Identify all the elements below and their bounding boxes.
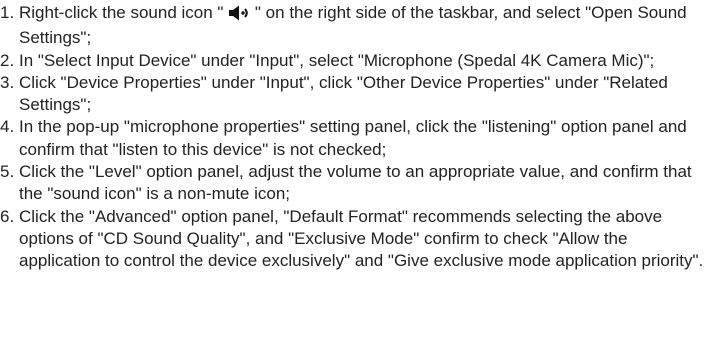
step-number: 2. xyxy=(0,50,15,70)
step-text: In the pop-up "microphone properties" se… xyxy=(19,117,687,159)
step-text: Click "Device Properties" under "Input",… xyxy=(19,72,668,115)
step-text: In "Select Input Device" under "Input", … xyxy=(19,50,655,70)
speaker-sound-icon xyxy=(228,5,250,27)
step-text-part: Right-click the sound icon " xyxy=(19,3,229,22)
step-number: 3. xyxy=(0,72,15,92)
step-number: 4. xyxy=(0,117,15,137)
step-number: 1. xyxy=(0,3,15,22)
step-item-1: 1. Right-click the sound icon " " on the… xyxy=(0,2,706,50)
step-text: Click the "Advanced" option panel, "Defa… xyxy=(19,206,704,271)
step-item-3: 3. Click "Device Properties" under "Inpu… xyxy=(0,72,706,117)
step-item-4: 4. In the pop-up "microphone properties"… xyxy=(0,116,706,161)
step-number: 6. xyxy=(0,206,15,226)
step-number: 5. xyxy=(0,162,15,182)
step-item-5: 5. Click the "Level" option panel, adjus… xyxy=(0,161,706,206)
step-text: Right-click the sound icon " " on the ri… xyxy=(19,2,706,50)
instruction-steps-list: 1. Right-click the sound icon " " on the… xyxy=(0,2,706,273)
step-item-6: 6. Click the "Advanced" option panel, "D… xyxy=(0,206,706,273)
step-item-2: 2. In "Select Input Device" under "Input… xyxy=(0,50,706,72)
step-text: Click the "Level" option panel, adjust t… xyxy=(19,162,692,204)
